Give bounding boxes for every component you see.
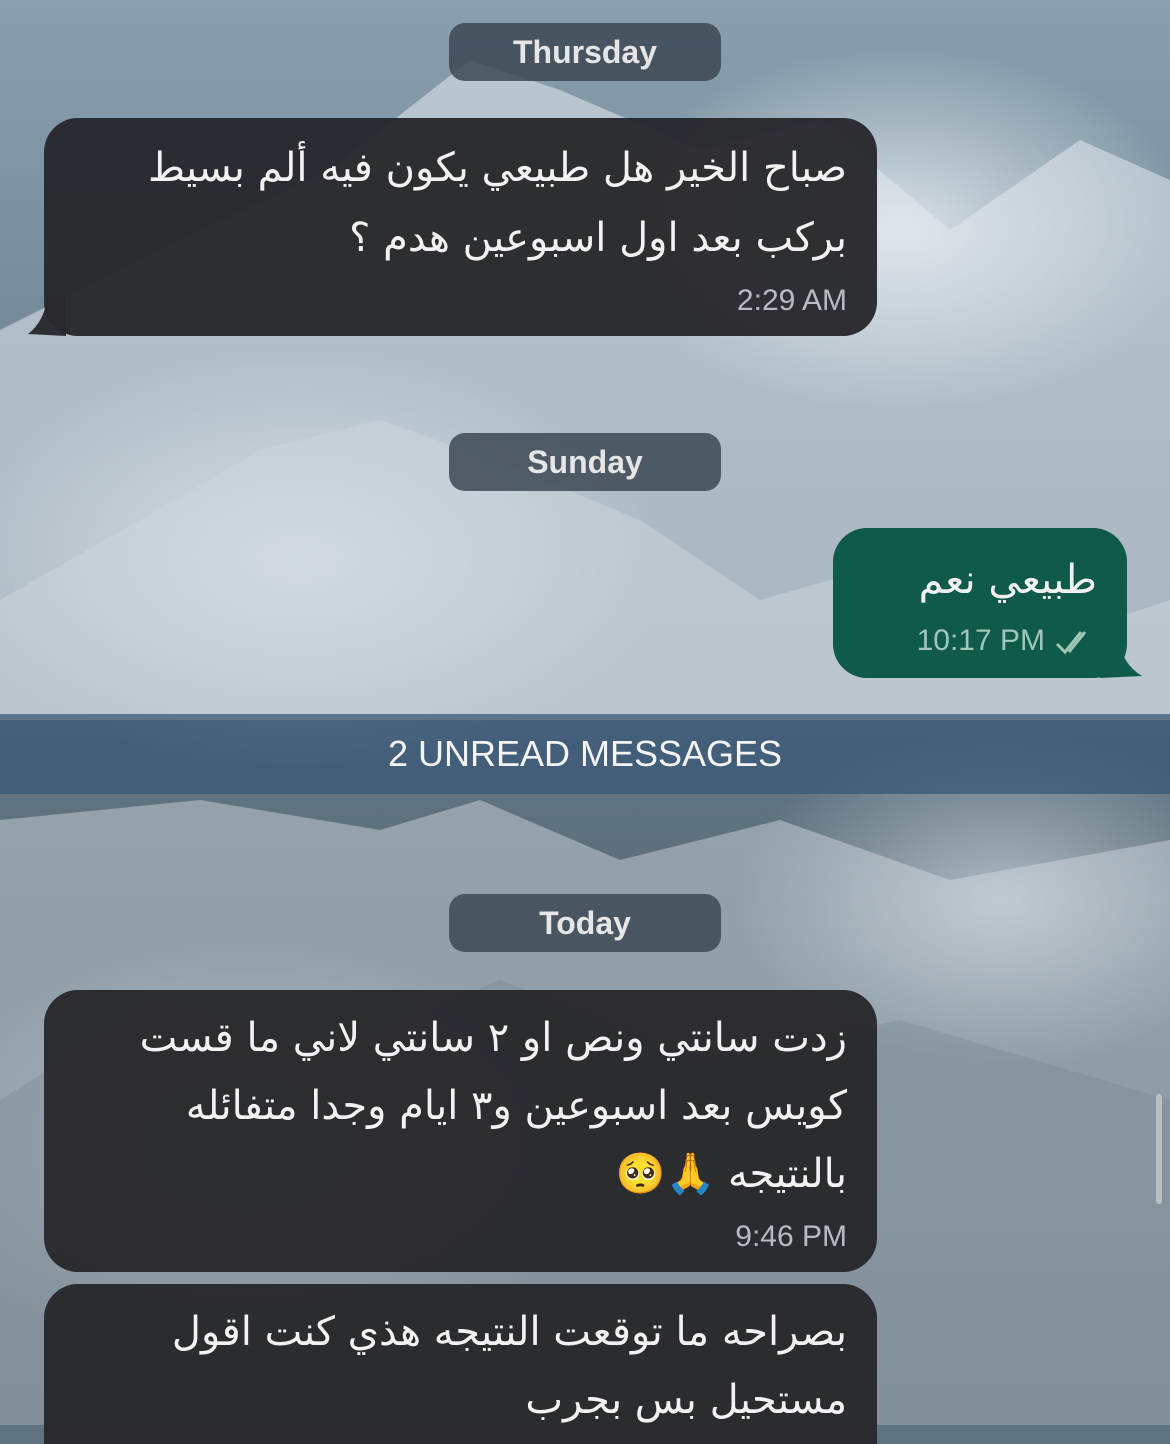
message-timestamp: 2:29 AM <box>736 284 847 317</box>
message-line: بالنتيجه 🙏🥺 <box>615 1151 847 1197</box>
message-line: زدت سانتي ونص او ٢ سانتي لاني ما قست <box>139 1015 847 1061</box>
date-separator-today: Today <box>449 894 721 952</box>
date-separator-thursday: Thursday <box>449 23 721 81</box>
outgoing-message-bubble[interactable]: طبيعي نعم 10:17 PM <box>833 528 1127 678</box>
message-line: طبيعي نعم <box>918 557 1097 603</box>
bubble-tail <box>28 296 66 336</box>
bubble-tail <box>1100 638 1142 678</box>
incoming-message-bubble[interactable]: زدت سانتي ونص او ٢ سانتي لاني ما قست كوي… <box>44 990 877 1272</box>
message-timestamp: 10:17 PM <box>916 624 1045 657</box>
incoming-message-bubble[interactable]: صباح الخير هل طبيعي يكون فيه ألم بسيط بر… <box>44 118 877 336</box>
unread-messages-banner: 2 UNREAD MESSAGES <box>0 714 1170 794</box>
message-line: كويس بعد اسبوعين و٣ ايام وجدا متفائله <box>185 1083 847 1129</box>
incoming-message-bubble[interactable]: بصراحه ما توقعت النتيجه هذي كنت اقول مست… <box>44 1284 877 1444</box>
message-line: بركب بعد اول اسبوعين هدم ؟ <box>349 215 847 261</box>
message-line: مستحيل بس بجرب <box>525 1377 847 1423</box>
message-timestamp: 9:46 PM <box>735 1220 847 1253</box>
message-text: زدت سانتي ونص او ٢ سانتي لاني ما قست كوي… <box>140 1004 847 1208</box>
message-line: بصراحه ما توقعت النتيجه هذي كنت اقول <box>171 1309 847 1355</box>
message-line: صباح الخير هل طبيعي يكون فيه ألم بسيط <box>148 145 847 191</box>
message-text: بصراحه ما توقعت النتيجه هذي كنت اقول مست… <box>172 1298 847 1434</box>
double-check-icon <box>1055 631 1087 655</box>
scrollbar[interactable] <box>1156 1094 1162 1204</box>
date-separator-sunday: Sunday <box>449 433 721 491</box>
